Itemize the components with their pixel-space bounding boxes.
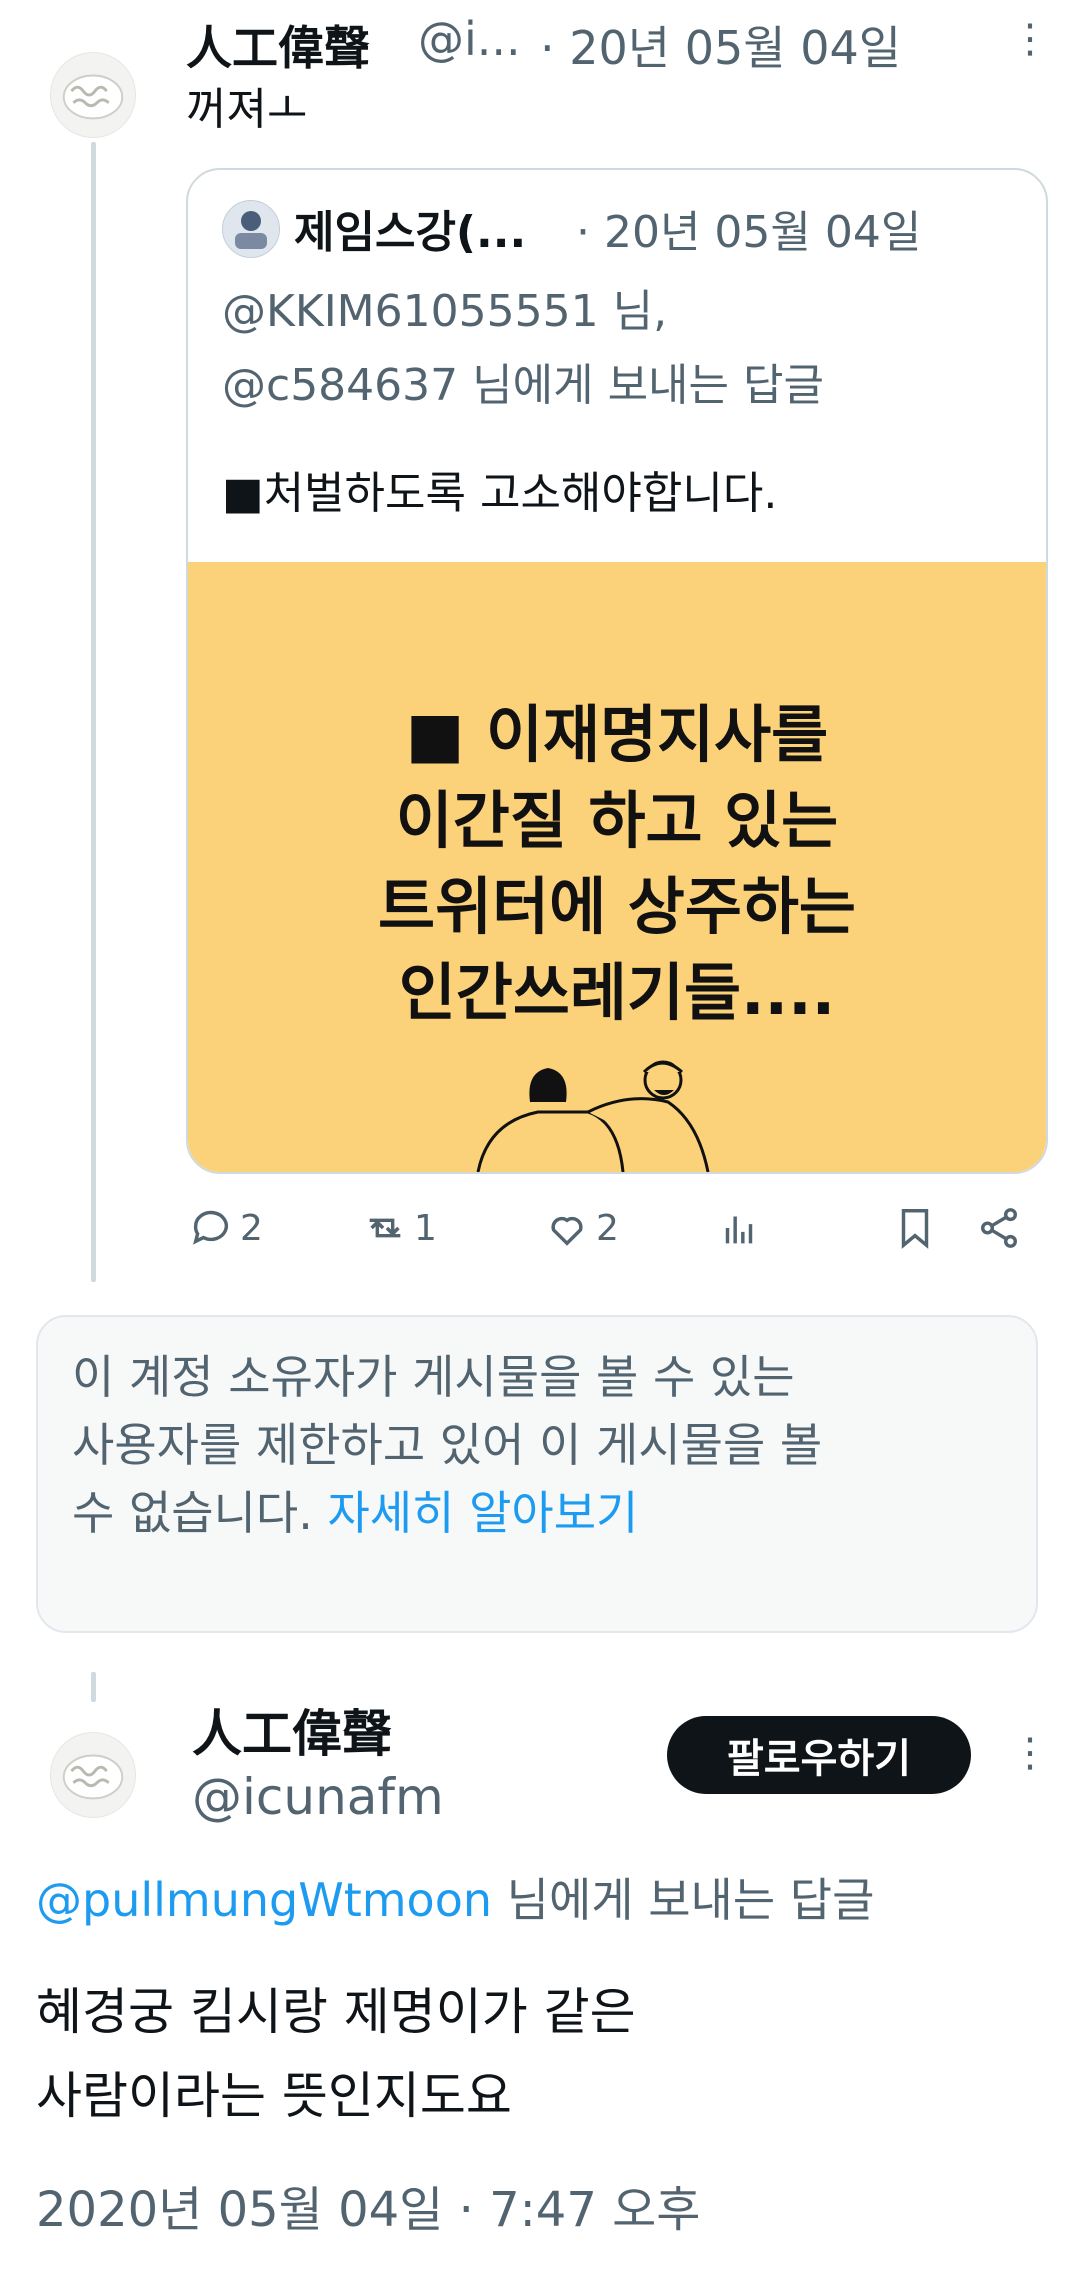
quote-image-line4: 인간쓰레기들....: [398, 956, 836, 1029]
quote-reply-line1: @KKIM61055551 님,: [222, 286, 668, 337]
reply-to-suffix: 님에게 보내는 답글: [492, 1873, 875, 1927]
tweet1-date[interactable]: · 20년 05월 04일: [540, 12, 901, 78]
quote-avatar: [222, 200, 280, 258]
quote-display-name: 제임스강(...: [294, 207, 527, 258]
thread-line-top: [91, 142, 96, 1282]
quoted-tweet-card[interactable]: 제임스강(... · 20년 05월 04일 @KKIM61055551 님, …: [186, 168, 1048, 1174]
quote-date: · 20년 05월 04일: [576, 207, 922, 258]
like-count: 2: [596, 1207, 619, 1249]
tweet1-text: 꺼져ㅗ: [186, 84, 308, 135]
tweet2-text-line1: 혜경궁 킴시랑 제명이가 같은: [36, 1983, 636, 2041]
restricted-post-notice: 이 계정 소유자가 게시물을 볼 수 있는 사용자를 제한하고 있어 이 게시물…: [36, 1315, 1038, 1633]
quote-reply-line2: @c584637 님에게 보내는 답글: [222, 360, 824, 411]
avatar[interactable]: [50, 52, 136, 138]
reply-count: 2: [240, 1207, 263, 1249]
tweet1-display-name[interactable]: 人工偉聲: [186, 12, 370, 78]
tweet2-timestamp[interactable]: 2020년 05월 04일 · 7:47 오후: [36, 2170, 700, 2240]
retweet-button[interactable]: 1: [362, 1200, 437, 1256]
people-illustration-icon: [476, 1060, 710, 1172]
learn-more-link[interactable]: 자세히 알아보기: [327, 1486, 638, 1540]
quote-avatar-image-icon: [235, 211, 267, 249]
quote-image-line2: 이간질 하고 있는: [395, 784, 839, 857]
follow-button[interactable]: 팔로우하기: [667, 1716, 971, 1794]
quote-image[interactable]: ■ 이재명지사를 이간질 하고 있는 트위터에 상주하는 인간쓰레기들....: [188, 562, 1046, 1172]
reply-to-handle-link[interactable]: @pullmungWtmoon: [36, 1873, 492, 1927]
retweet-icon: [369, 1218, 401, 1238]
more-vertical-icon[interactable]: ⋮: [1010, 16, 1050, 62]
share-button[interactable]: [976, 1200, 1022, 1256]
notice-line1: 이 계정 소유자가 게시물을 볼 수 있는: [72, 1350, 795, 1404]
bookmark-button[interactable]: [892, 1200, 938, 1256]
quote-text: ■처벌하도록 고소해야합니다.: [222, 468, 778, 519]
retweet-count: 1: [414, 1207, 437, 1249]
tweet1-handle[interactable]: @i...: [418, 12, 521, 66]
like-button[interactable]: 2: [544, 1200, 619, 1256]
quote-image-line1: ■ 이재명지사를: [405, 698, 829, 771]
reply-icon: [193, 1210, 229, 1245]
notice-line2: 사용자를 제한하고 있어 이 게시물을 볼: [72, 1418, 823, 1472]
notice-line3-row: 수 없습니다. 자세히 알아보기: [72, 1479, 1002, 1547]
thread-line-connector: [91, 1672, 96, 1702]
tweet2-reply-to: @pullmungWtmoon 님에게 보내는 답글: [36, 1868, 874, 1932]
views-button[interactable]: [716, 1200, 762, 1256]
reply-button[interactable]: 2: [188, 1200, 263, 1256]
avatar[interactable]: [50, 1732, 136, 1818]
analytics-icon: [725, 1216, 753, 1244]
notice-line3: 수 없습니다.: [72, 1486, 313, 1540]
avatar-logo-icon: [62, 1754, 124, 1800]
tweet2-handle[interactable]: @icunafm: [192, 1768, 444, 1826]
more-vertical-icon[interactable]: ⋮: [1010, 1730, 1050, 1776]
bookmark-icon: [901, 1209, 929, 1249]
quote-image-line3: 트위터에 상주하는: [378, 870, 856, 943]
avatar-logo-icon: [62, 74, 124, 120]
heart-icon: [551, 1216, 583, 1246]
tweet2-text-line2: 사람이라는 뜻인지도요: [36, 2067, 512, 2125]
tweet2-display-name[interactable]: 人工偉聲: [192, 1694, 392, 1766]
share-icon: [980, 1208, 1018, 1248]
